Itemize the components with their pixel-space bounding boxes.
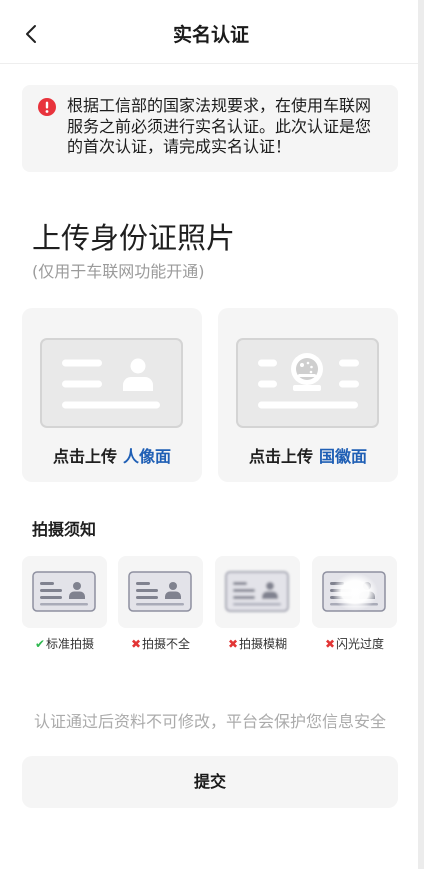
text-line	[62, 380, 102, 388]
emblem-star	[306, 361, 310, 365]
portrait-body	[123, 377, 153, 391]
real-name-auth-page: 实名认证 根据工信部的国家法规要求，在使用车联网服务之前必须进行实名认证。此次认…	[0, 0, 424, 869]
upload-emblem-label: 点击上传 国徽面	[218, 447, 398, 467]
tip-label-text: 闪光过度	[336, 637, 385, 651]
notice-text: 根据工信部的国家法规要求，在使用车联网服务之前必须进行实名认证。此次认证是您的首…	[67, 96, 372, 156]
upload-title: 上传身份证照片	[32, 221, 236, 255]
page-title: 实名认证	[172, 24, 249, 46]
emblem-gate	[298, 374, 316, 377]
alert-dot	[45, 110, 49, 113]
alert-circle-icon	[38, 98, 56, 116]
upload-side-text: 国徽面	[319, 447, 368, 466]
tip-label-incomplete: ✖拍摄不全	[118, 636, 203, 652]
flash-glare	[332, 573, 378, 611]
upload-action-text: 点击上传	[248, 447, 313, 466]
upload-side-text: 人像面	[123, 447, 172, 466]
tip-card-standard	[22, 556, 107, 628]
emblem-star	[309, 370, 313, 374]
text-line	[258, 380, 277, 388]
id-card-emblem-side-icon	[236, 338, 379, 428]
privacy-note: 认证通过后资料不可修改，平台会保护您信息安全	[33, 712, 386, 731]
upload-emblem-side-card[interactable]: 点击上传 国徽面	[218, 308, 398, 482]
upload-portrait-side-card[interactable]: 点击上传 人像面	[22, 308, 202, 482]
tips-title: 拍摄须知	[32, 520, 97, 539]
upload-subtitle: (仅用于车联网功能开通)	[32, 262, 205, 281]
notice-box: 根据工信部的国家法规要求，在使用车联网服务之前必须进行实名认证。此次认证是您的首…	[22, 85, 398, 172]
scrollbar-track[interactable]	[418, 0, 424, 869]
tip-label-glare: ✖闪光过度	[312, 636, 397, 652]
id-card-standard-icon	[32, 571, 96, 612]
tip-label-text: 标准拍摄	[46, 637, 95, 651]
tip-label-text: 拍摄不全	[142, 637, 191, 651]
upload-portrait-label: 点击上传 人像面	[22, 447, 202, 467]
text-line	[62, 359, 102, 367]
tip-label-text: 拍摄模糊	[239, 637, 288, 651]
id-card-glare-icon	[322, 571, 386, 612]
emblem-star	[310, 365, 313, 369]
text-line	[339, 380, 359, 388]
id-card-sample	[128, 571, 192, 612]
text-line	[258, 401, 358, 409]
emblem-base	[293, 385, 321, 391]
text-line	[62, 401, 160, 409]
id-card-sample	[32, 571, 96, 612]
tip-card-incomplete	[118, 556, 203, 628]
check-icon: ✔	[34, 637, 46, 651]
tip-card-glare	[312, 556, 397, 628]
tip-card-blurry	[215, 556, 300, 628]
id-card-portrait-side-icon	[40, 338, 183, 428]
id-card-incomplete-icon	[128, 571, 192, 612]
id-card-blurry-icon	[225, 571, 289, 612]
id-card-sample-blurred	[225, 571, 289, 612]
text-line	[258, 359, 277, 367]
portrait-head	[130, 358, 146, 374]
cross-icon: ✖	[130, 637, 142, 651]
tip-label-blurry: ✖拍摄模糊	[215, 636, 300, 652]
submit-button[interactable]: 提交	[22, 756, 398, 808]
text-line	[339, 359, 359, 367]
alert-bar	[45, 101, 49, 109]
header-divider	[0, 63, 418, 64]
cross-icon: ✖	[324, 637, 336, 651]
tip-label-standard: ✔标准拍摄	[22, 636, 107, 652]
upload-action-text: 点击上传	[52, 447, 117, 466]
cross-icon: ✖	[227, 637, 239, 651]
emblem-star	[300, 363, 304, 367]
